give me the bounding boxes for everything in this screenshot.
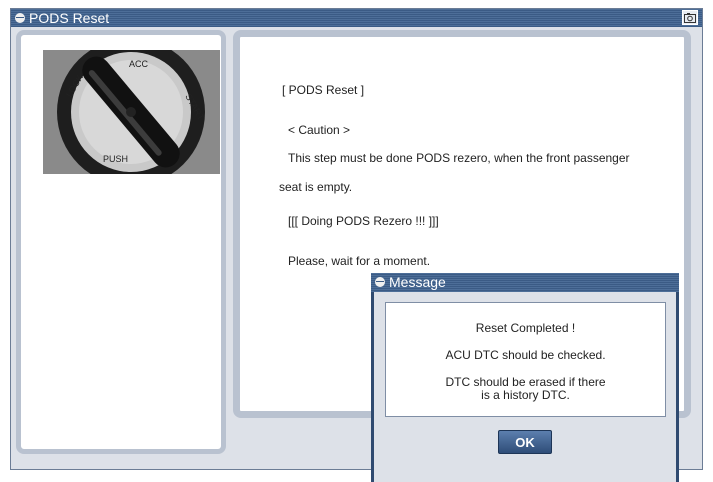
dialog-body: Reset Completed ! ACU DTC should be chec… [374, 292, 676, 482]
dialog-title: Message [389, 274, 446, 290]
left-image-panel: LOCK ACC START PUSH [16, 30, 226, 454]
caution-title: < Caution > [288, 123, 351, 137]
wait-text: Please, wait for a moment. [288, 254, 431, 268]
section-heading: [ PODS Reset ] [282, 83, 365, 97]
window-title: PODS Reset [29, 10, 110, 26]
acc-label: ACC [129, 59, 149, 69]
window-titlebar: PODS Reset [11, 9, 702, 27]
message-line-1: Reset Completed ! [475, 321, 576, 335]
message-line-3b: is a history DTC. [481, 388, 570, 402]
ok-button[interactable]: OK [498, 430, 552, 454]
message-line-2: ACU DTC should be checked. [445, 348, 606, 362]
camera-icon[interactable] [682, 10, 698, 25]
push-label: PUSH [103, 154, 128, 164]
doing-rezero-text: [[[ Doing PODS Rezero !!! ]]] [288, 214, 439, 228]
message-dialog: Message Reset Completed ! ACU DTC should… [371, 273, 679, 482]
message-box: Reset Completed ! ACU DTC should be chec… [385, 302, 666, 417]
caution-line-1: This step must be done PODS rezero, when… [288, 151, 630, 165]
caution-line-2: seat is empty. [279, 180, 353, 194]
dialog-dot-icon [375, 277, 385, 287]
window-dot-icon [15, 13, 25, 23]
dialog-titlebar: Message [371, 273, 679, 292]
ignition-key-image: LOCK ACC START PUSH [43, 50, 220, 174]
